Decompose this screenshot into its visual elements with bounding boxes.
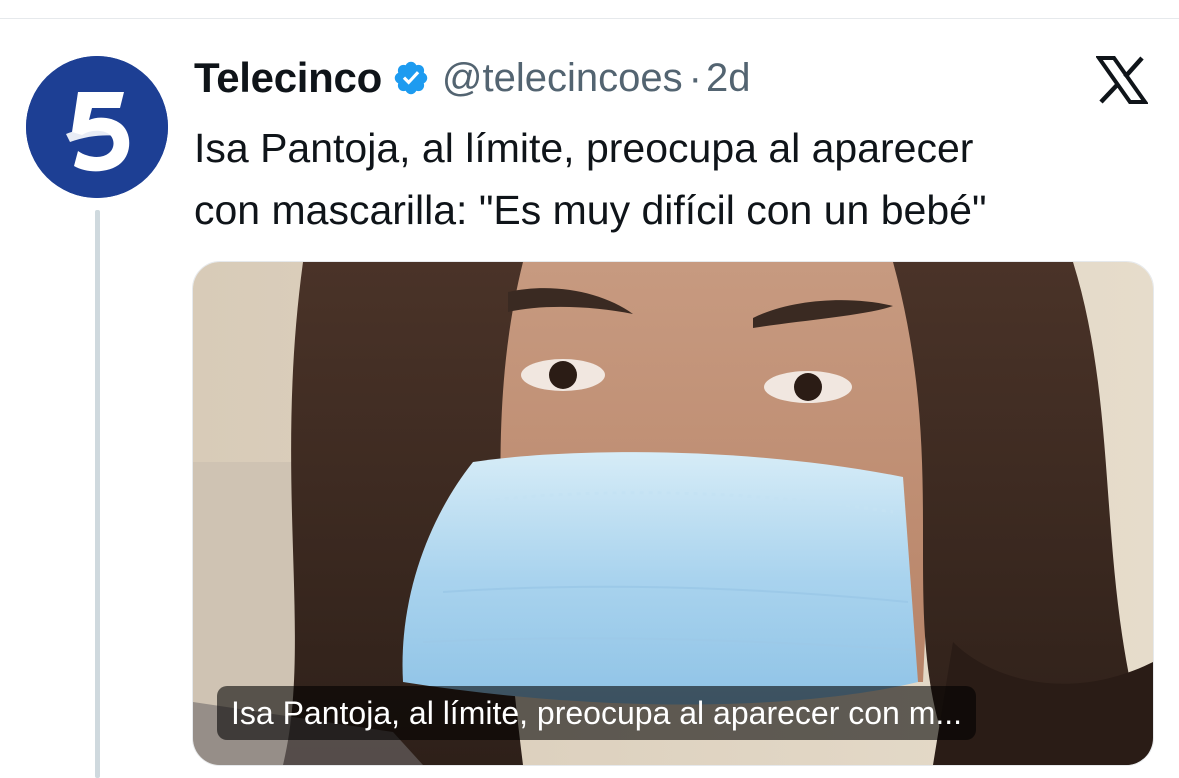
tweet-text-line-2: con mascarilla: "Es muy difícil con un b…	[194, 187, 987, 233]
timestamp[interactable]: 2d	[706, 56, 751, 101]
x-logo-icon[interactable]	[1095, 56, 1149, 104]
display-name[interactable]: Telecinco	[194, 54, 382, 102]
tweet-text: Isa Pantoja, al límite, preocupa al apar…	[194, 117, 1154, 241]
avatar[interactable]: 5	[26, 56, 168, 198]
tweet-header: Telecinco @telecincoes · 2d	[194, 52, 750, 104]
card-caption: Isa Pantoja, al límite, preocupa al apar…	[217, 686, 977, 740]
thread-line	[95, 210, 100, 778]
link-card[interactable]: Isa Pantoja, al límite, preocupa al apar…	[192, 261, 1154, 766]
top-divider	[0, 18, 1179, 19]
telecinco-logo-icon: 5	[26, 56, 168, 198]
verified-badge-icon	[392, 59, 430, 97]
tweet-text-line-1: Isa Pantoja, al límite, preocupa al apar…	[194, 125, 974, 171]
handle[interactable]: @telecincoes	[442, 56, 683, 101]
separator-dot: ·	[688, 55, 702, 100]
